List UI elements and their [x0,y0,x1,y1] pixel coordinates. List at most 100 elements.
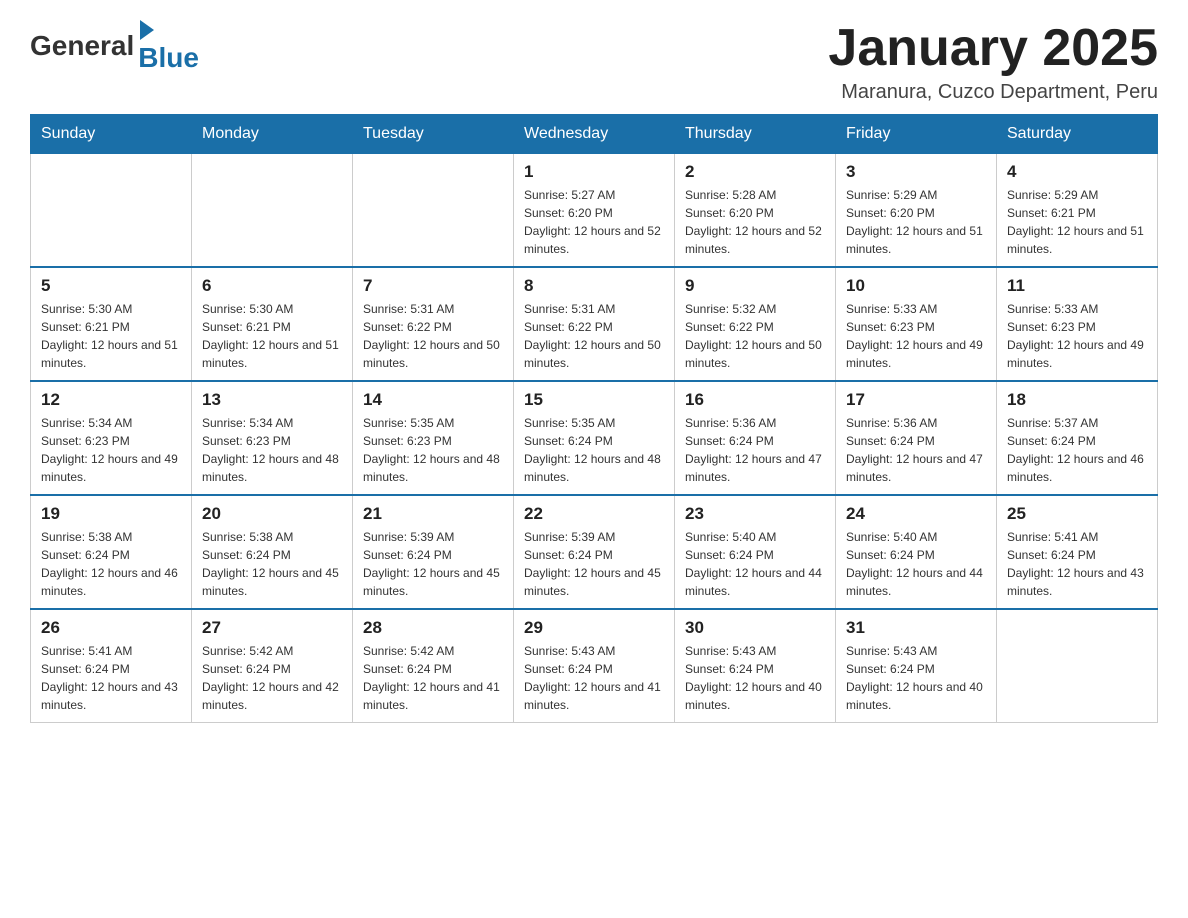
day-number: 2 [685,162,825,182]
calendar-cell: 7 Sunrise: 5:31 AM Sunset: 6:22 PM Daylig… [353,267,514,381]
logo: General Blue [30,20,199,72]
calendar-header-thursday: Thursday [675,115,836,154]
day-info: Sunrise: 5:30 AM Sunset: 6:21 PM Dayligh… [202,300,342,372]
page-header: General Blue January 2025 Maranura, Cuzc… [30,20,1158,104]
calendar-cell: 13 Sunrise: 5:34 AM Sunset: 6:23 PM Dayli… [192,381,353,495]
day-number: 17 [846,390,986,410]
calendar-cell: 5 Sunrise: 5:30 AM Sunset: 6:21 PM Daylig… [31,267,192,381]
day-number: 27 [202,618,342,638]
day-info: Sunrise: 5:29 AM Sunset: 6:20 PM Dayligh… [846,186,986,258]
calendar-cell: 20Sunrise: 5:38 AM Sunset: 6:24 PM Dayli… [192,495,353,609]
calendar-cell: 3 Sunrise: 5:29 AM Sunset: 6:20 PM Daylig… [836,154,997,268]
day-info: Sunrise: 5:41 AM Sunset: 6:24 PM Dayligh… [1007,528,1147,600]
day-number: 7 [363,276,503,296]
day-info: Sunrise: 5:31 AM Sunset: 6:22 PM Dayligh… [524,300,664,372]
calendar-cell: 15 Sunrise: 5:35 AM Sunset: 6:24 PM Dayli… [514,381,675,495]
calendar-cell: 30 Sunrise: 5:43 AM Sunset: 6:24 PM Dayli… [675,609,836,723]
calendar-cell: 2Sunrise: 5:28 AM Sunset: 6:20 PM Daylig… [675,154,836,268]
day-number: 13 [202,390,342,410]
day-number: 12 [41,390,181,410]
calendar-cell: 12 Sunrise: 5:34 AM Sunset: 6:23 PM Dayli… [31,381,192,495]
day-info: Sunrise: 5:30 AM Sunset: 6:21 PM Dayligh… [41,300,181,372]
day-info: Sunrise: 5:39 AM Sunset: 6:24 PM Dayligh… [524,528,664,600]
day-info: Sunrise: 5:43 AM Sunset: 6:24 PM Dayligh… [524,642,664,714]
day-number: 25 [1007,504,1147,524]
calendar-cell: 28Sunrise: 5:42 AM Sunset: 6:24 PM Dayli… [353,609,514,723]
calendar-cell: 25 Sunrise: 5:41 AM Sunset: 6:24 PM Dayli… [997,495,1158,609]
calendar-cell: 4 Sunrise: 5:29 AM Sunset: 6:21 PM Daylig… [997,154,1158,268]
calendar-week-row: 26Sunrise: 5:41 AM Sunset: 6:24 PM Dayli… [31,609,1158,723]
day-number: 29 [524,618,664,638]
day-number: 23 [685,504,825,524]
calendar-cell: 10Sunrise: 5:33 AM Sunset: 6:23 PM Dayli… [836,267,997,381]
day-number: 9 [685,276,825,296]
calendar-cell [192,154,353,268]
day-number: 10 [846,276,986,296]
calendar-cell: 6 Sunrise: 5:30 AM Sunset: 6:21 PM Daylig… [192,267,353,381]
day-info: Sunrise: 5:43 AM Sunset: 6:24 PM Dayligh… [685,642,825,714]
day-number: 22 [524,504,664,524]
calendar-cell: 26Sunrise: 5:41 AM Sunset: 6:24 PM Dayli… [31,609,192,723]
day-info: Sunrise: 5:37 AM Sunset: 6:24 PM Dayligh… [1007,414,1147,486]
day-number: 4 [1007,162,1147,182]
calendar-cell [353,154,514,268]
day-number: 5 [41,276,181,296]
calendar-cell: 22 Sunrise: 5:39 AM Sunset: 6:24 PM Dayli… [514,495,675,609]
calendar-week-row: 19 Sunrise: 5:38 AM Sunset: 6:24 PM Dayli… [31,495,1158,609]
day-number: 30 [685,618,825,638]
day-info: Sunrise: 5:31 AM Sunset: 6:22 PM Dayligh… [363,300,503,372]
calendar-cell: 27 Sunrise: 5:42 AM Sunset: 6:24 PM Dayli… [192,609,353,723]
page-subtitle: Maranura, Cuzco Department, Peru [828,81,1158,104]
day-info: Sunrise: 5:34 AM Sunset: 6:23 PM Dayligh… [41,414,181,486]
calendar-week-row: 1 Sunrise: 5:27 AM Sunset: 6:20 PM Daylig… [31,154,1158,268]
calendar-header-sunday: Sunday [31,115,192,154]
day-number: 26 [41,618,181,638]
day-info: Sunrise: 5:38 AM Sunset: 6:24 PM Dayligh… [41,528,181,600]
day-info: Sunrise: 5:40 AM Sunset: 6:24 PM Dayligh… [846,528,986,600]
calendar-cell [997,609,1158,723]
calendar-header-tuesday: Tuesday [353,115,514,154]
calendar-cell: 19 Sunrise: 5:38 AM Sunset: 6:24 PM Dayli… [31,495,192,609]
calendar-cell: 11Sunrise: 5:33 AM Sunset: 6:23 PM Dayli… [997,267,1158,381]
calendar-cell: 18Sunrise: 5:37 AM Sunset: 6:24 PM Dayli… [997,381,1158,495]
day-number: 21 [363,504,503,524]
page-title: January 2025 [828,20,1158,77]
day-number: 19 [41,504,181,524]
calendar-cell: 1 Sunrise: 5:27 AM Sunset: 6:20 PM Daylig… [514,154,675,268]
day-info: Sunrise: 5:34 AM Sunset: 6:23 PM Dayligh… [202,414,342,486]
day-info: Sunrise: 5:38 AM Sunset: 6:24 PM Dayligh… [202,528,342,600]
day-info: Sunrise: 5:40 AM Sunset: 6:24 PM Dayligh… [685,528,825,600]
day-info: Sunrise: 5:29 AM Sunset: 6:21 PM Dayligh… [1007,186,1147,258]
logo-text-blue: Blue [138,44,199,72]
calendar-week-row: 12 Sunrise: 5:34 AM Sunset: 6:23 PM Dayli… [31,381,1158,495]
day-number: 3 [846,162,986,182]
day-number: 1 [524,162,664,182]
title-section: January 2025 Maranura, Cuzco Department,… [828,20,1158,104]
calendar-header-friday: Friday [836,115,997,154]
day-number: 31 [846,618,986,638]
calendar-cell: 9Sunrise: 5:32 AM Sunset: 6:22 PM Daylig… [675,267,836,381]
day-info: Sunrise: 5:35 AM Sunset: 6:24 PM Dayligh… [524,414,664,486]
day-number: 6 [202,276,342,296]
day-number: 15 [524,390,664,410]
logo-arrow-icon [140,20,154,40]
day-number: 8 [524,276,664,296]
day-number: 11 [1007,276,1147,296]
calendar-cell: 8 Sunrise: 5:31 AM Sunset: 6:22 PM Daylig… [514,267,675,381]
calendar-week-row: 5 Sunrise: 5:30 AM Sunset: 6:21 PM Daylig… [31,267,1158,381]
calendar-cell: 29 Sunrise: 5:43 AM Sunset: 6:24 PM Dayli… [514,609,675,723]
calendar-cell: 17 Sunrise: 5:36 AM Sunset: 6:24 PM Dayli… [836,381,997,495]
logo-text-general: General [30,30,134,62]
day-info: Sunrise: 5:36 AM Sunset: 6:24 PM Dayligh… [846,414,986,486]
day-info: Sunrise: 5:36 AM Sunset: 6:24 PM Dayligh… [685,414,825,486]
calendar-cell [31,154,192,268]
day-info: Sunrise: 5:27 AM Sunset: 6:20 PM Dayligh… [524,186,664,258]
calendar-table: SundayMondayTuesdayWednesdayThursdayFrid… [30,114,1158,723]
day-info: Sunrise: 5:43 AM Sunset: 6:24 PM Dayligh… [846,642,986,714]
day-number: 28 [363,618,503,638]
calendar-cell: 23 Sunrise: 5:40 AM Sunset: 6:24 PM Dayli… [675,495,836,609]
calendar-cell: 14Sunrise: 5:35 AM Sunset: 6:23 PM Dayli… [353,381,514,495]
calendar-header-wednesday: Wednesday [514,115,675,154]
day-info: Sunrise: 5:42 AM Sunset: 6:24 PM Dayligh… [202,642,342,714]
day-number: 24 [846,504,986,524]
